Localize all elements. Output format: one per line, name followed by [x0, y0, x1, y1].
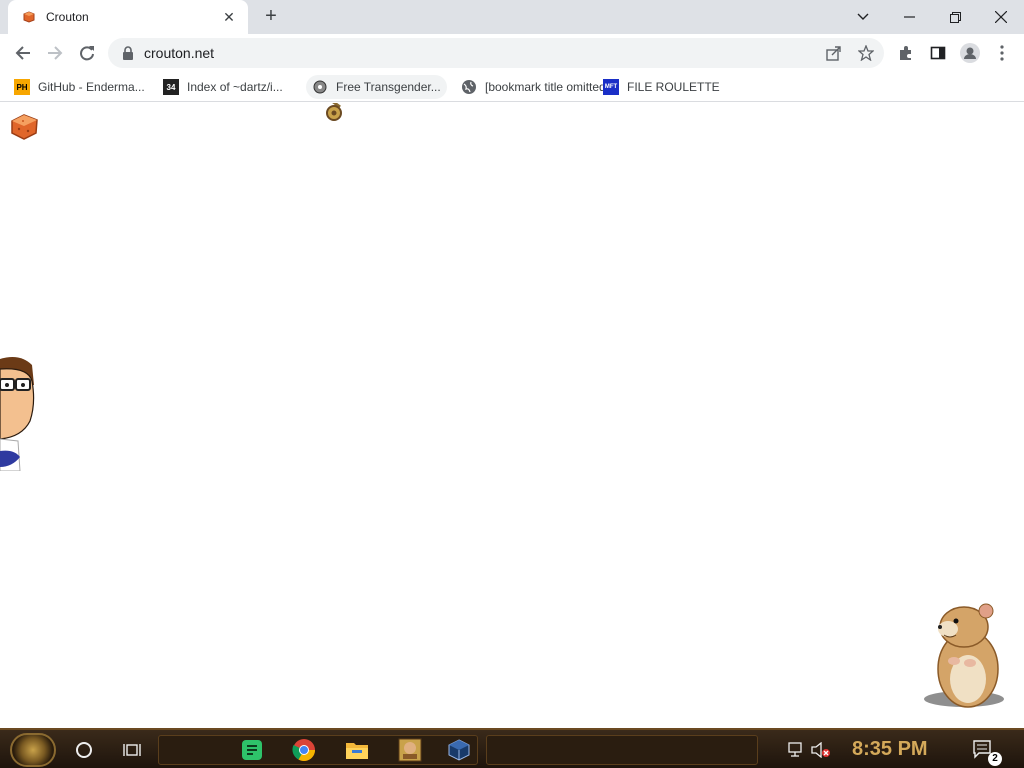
tab-title: Crouton: [46, 10, 89, 24]
tab-crouton[interactable]: Crouton ✕: [8, 0, 248, 34]
mft-logo-icon: MFT: [603, 79, 619, 95]
forward-arrow-icon: [48, 46, 63, 60]
notification-badge: 2: [988, 752, 1002, 766]
back-button[interactable]: [8, 38, 38, 68]
tab-strip: Crouton ✕ +: [0, 0, 1024, 34]
minimize-icon[interactable]: [886, 0, 932, 34]
tab-close-icon[interactable]: ✕: [220, 9, 238, 26]
restore-icon[interactable]: [932, 0, 978, 34]
lock-icon[interactable]: [122, 46, 134, 60]
chrome-icon[interactable]: [290, 736, 318, 764]
forward-button[interactable]: [40, 38, 70, 68]
back-arrow-icon: [15, 46, 30, 60]
bookmark-file-roulette[interactable]: MFT FILE ROULETTE: [597, 75, 726, 99]
crouton-image[interactable]: [8, 111, 40, 143]
hamster-animation: [924, 603, 1004, 708]
cursor-ornament: [326, 103, 342, 121]
ph-logo-icon: PH: [14, 79, 30, 95]
bookmark-github[interactable]: PH GitHub - Enderma...: [8, 75, 151, 99]
bookmark-free-transgender[interactable]: Free Transgender...: [306, 75, 447, 99]
notification-center-icon[interactable]: 2: [970, 736, 1002, 766]
close-icon[interactable]: [978, 0, 1024, 34]
taskbar-app-panel: [158, 735, 478, 765]
bookmark-label: FILE ROULETTE: [627, 80, 720, 94]
reload-button[interactable]: [72, 38, 102, 68]
kebab-menu-icon[interactable]: [989, 40, 1015, 66]
crouton-favicon: [23, 11, 35, 23]
taskbar-clock[interactable]: 8:35 PM: [852, 738, 928, 761]
new-tab-button[interactable]: +: [260, 5, 282, 27]
cortana-circle-icon[interactable]: [70, 736, 98, 764]
globe-icon: [461, 79, 477, 95]
volume-muted-icon[interactable]: [807, 736, 835, 764]
side-panel-icon[interactable]: [925, 40, 951, 66]
notes-app-icon[interactable]: [238, 736, 266, 764]
bookmark-index-dartz[interactable]: 34 Index of ~dartz/i...: [157, 75, 289, 99]
url-input[interactable]: [144, 45, 744, 61]
game-app-icon[interactable]: [396, 736, 424, 764]
start-button[interactable]: [10, 733, 56, 767]
task-view-icon[interactable]: [118, 736, 146, 764]
bookmark-label: [bookmark title omitted]: [485, 80, 610, 94]
bookmark-label: Index of ~dartz/i...: [187, 80, 283, 94]
share-icon[interactable]: [822, 41, 846, 65]
reload-icon: [80, 46, 94, 61]
browser-window: Crouton ✕ + crouton.net PH GitHub - Ende…: [0, 0, 1024, 728]
taskbar-empty-panel: [486, 735, 758, 765]
page-content: [0, 103, 1024, 728]
bookmarks-bar: PH GitHub - Enderma... 34 Index of ~dart…: [0, 72, 1024, 102]
tab-search-icon[interactable]: [840, 0, 886, 34]
address-bar[interactable]: [108, 38, 884, 68]
browser-toolbar: [0, 34, 1024, 72]
star-icon[interactable]: [854, 41, 878, 65]
bookmark-label: GitHub - Enderma...: [38, 80, 145, 94]
taskbar: 8:35 PM 2: [0, 728, 1024, 768]
puzzle-extensions-icon[interactable]: [893, 40, 919, 66]
virtualbox-icon[interactable]: [445, 736, 473, 764]
cartoon-man-peeking: [0, 357, 35, 471]
index-grid-icon: 34: [163, 79, 179, 95]
bookmark-label: Free Transgender...: [336, 80, 441, 94]
profile-icon[interactable]: [957, 40, 983, 66]
file-explorer-icon[interactable]: [343, 736, 371, 764]
gear-icon: [312, 79, 328, 95]
bookmark-omitted[interactable]: [bookmark title omitted]: [455, 75, 615, 99]
